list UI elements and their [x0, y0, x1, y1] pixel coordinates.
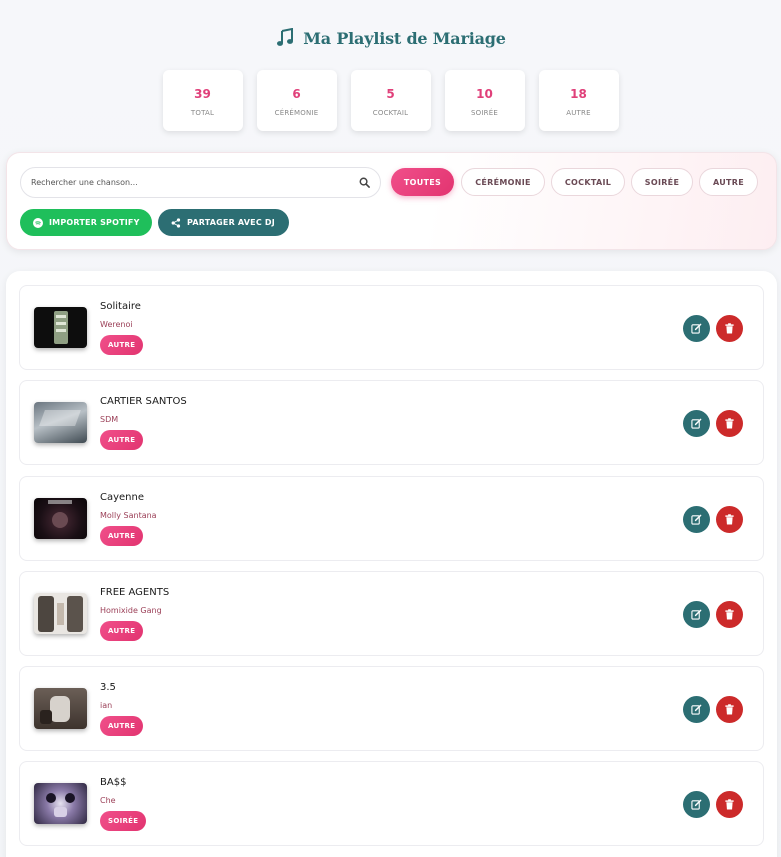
trash-icon — [725, 323, 734, 334]
trash-icon — [725, 609, 734, 620]
song-item: BA$$ Che SOIRÉE — [19, 761, 764, 846]
category-badge: AUTRE — [100, 335, 144, 355]
spotify-icon — [33, 217, 43, 228]
delete-button[interactable] — [716, 791, 743, 818]
song-item: FREE AGENTS Homixide Gang AUTRE — [19, 571, 764, 656]
edit-button[interactable] — [683, 315, 710, 342]
stat-value: 39 — [194, 86, 211, 101]
edit-icon — [691, 323, 702, 334]
stat-card-soiree: 10 SOIRÉE — [444, 70, 525, 131]
share-dj-button[interactable]: PARTAGER AVEC DJ — [158, 209, 289, 236]
filter-cocktail[interactable]: COCKTAIL — [551, 168, 625, 196]
song-item: Cayenne Molly Santana AUTRE — [19, 476, 764, 561]
edit-icon — [691, 704, 702, 715]
stat-card-autre: 18 AUTRE — [538, 70, 619, 131]
trash-icon — [725, 704, 734, 715]
edit-button[interactable] — [683, 601, 710, 628]
stat-value: 5 — [386, 86, 395, 101]
song-thumbnail — [34, 402, 87, 443]
edit-button[interactable] — [683, 696, 710, 723]
category-badge: AUTRE — [100, 430, 144, 450]
controls-panel: TOUTES CÉRÉMONIE COCKTAIL SOIRÉE AUTRE I… — [6, 152, 777, 250]
import-spotify-label: IMPORTER SPOTIFY — [49, 218, 140, 227]
delete-button[interactable] — [716, 601, 743, 628]
category-badge: AUTRE — [100, 621, 144, 641]
stat-label: SOIRÉE — [471, 108, 498, 117]
stat-card-ceremonie: 6 CÉRÉMONIE — [256, 70, 337, 131]
stat-value: 18 — [570, 86, 587, 101]
delete-button[interactable] — [716, 410, 743, 437]
category-badge: AUTRE — [100, 716, 144, 736]
song-thumbnail — [34, 307, 87, 348]
search-box — [20, 167, 381, 198]
song-thumbnail — [34, 593, 87, 634]
stats-row: 39 TOTAL 6 CÉRÉMONIE 5 COCKTAIL 10 SOIRÉ… — [0, 70, 781, 131]
share-icon — [171, 217, 181, 228]
song-title: Solitaire — [100, 301, 141, 312]
stat-label: CÉRÉMONIE — [274, 108, 319, 117]
page-header: Ma Playlist de Mariage — [0, 28, 781, 48]
song-item: 3.5 ian AUTRE — [19, 666, 764, 751]
share-dj-label: PARTAGER AVEC DJ — [187, 218, 275, 227]
edit-button[interactable] — [683, 506, 710, 533]
trash-icon — [725, 799, 734, 810]
edit-button[interactable] — [683, 791, 710, 818]
stat-value: 6 — [292, 86, 301, 101]
search-icon[interactable] — [359, 177, 370, 188]
song-title: 3.5 — [100, 682, 116, 693]
stat-label: COCKTAIL — [372, 108, 409, 117]
import-spotify-button[interactable]: IMPORTER SPOTIFY — [20, 209, 152, 236]
filter-ceremonie[interactable]: CÉRÉMONIE — [461, 168, 545, 196]
delete-button[interactable] — [716, 315, 743, 342]
song-artist: Homixide Gang — [100, 606, 162, 615]
edit-icon — [691, 799, 702, 810]
trash-icon — [725, 514, 734, 525]
page-title: Ma Playlist de Mariage — [303, 28, 506, 48]
stat-card-cocktail: 5 COCKTAIL — [350, 70, 431, 131]
song-artist: ian — [100, 701, 113, 710]
song-artist: Werenoi — [100, 320, 133, 329]
song-title: FREE AGENTS — [100, 587, 170, 598]
delete-button[interactable] — [716, 696, 743, 723]
song-item: Solitaire Werenoi AUTRE — [19, 285, 764, 370]
stat-card-total: 39 TOTAL — [162, 70, 243, 131]
song-list: Solitaire Werenoi AUTRE CARTIER SANTOS S… — [6, 271, 777, 857]
category-badge: AUTRE — [100, 526, 144, 546]
edit-button[interactable] — [683, 410, 710, 437]
song-thumbnail — [34, 783, 87, 824]
search-input[interactable] — [31, 178, 359, 187]
filter-autre[interactable]: AUTRE — [699, 168, 758, 196]
stat-label: AUTRE — [566, 108, 591, 117]
song-title: BA$$ — [100, 777, 127, 788]
stat-label: TOTAL — [190, 108, 215, 117]
song-thumbnail — [34, 688, 87, 729]
song-thumbnail — [34, 498, 87, 539]
song-artist: Che — [100, 796, 116, 805]
edit-icon — [691, 514, 702, 525]
delete-button[interactable] — [716, 506, 743, 533]
edit-icon — [691, 418, 702, 429]
filter-toutes[interactable]: TOUTES — [391, 168, 454, 196]
music-note-icon — [277, 28, 294, 46]
song-title: CARTIER SANTOS — [100, 396, 187, 407]
song-artist: Molly Santana — [100, 511, 157, 520]
song-item: CARTIER SANTOS SDM AUTRE — [19, 380, 764, 465]
category-badge: SOIRÉE — [100, 811, 147, 831]
song-title: Cayenne — [100, 492, 145, 503]
stat-value: 10 — [476, 86, 493, 101]
filter-soiree[interactable]: SOIRÉE — [631, 168, 693, 196]
trash-icon — [725, 418, 734, 429]
edit-icon — [691, 609, 702, 620]
song-artist: SDM — [100, 415, 119, 424]
